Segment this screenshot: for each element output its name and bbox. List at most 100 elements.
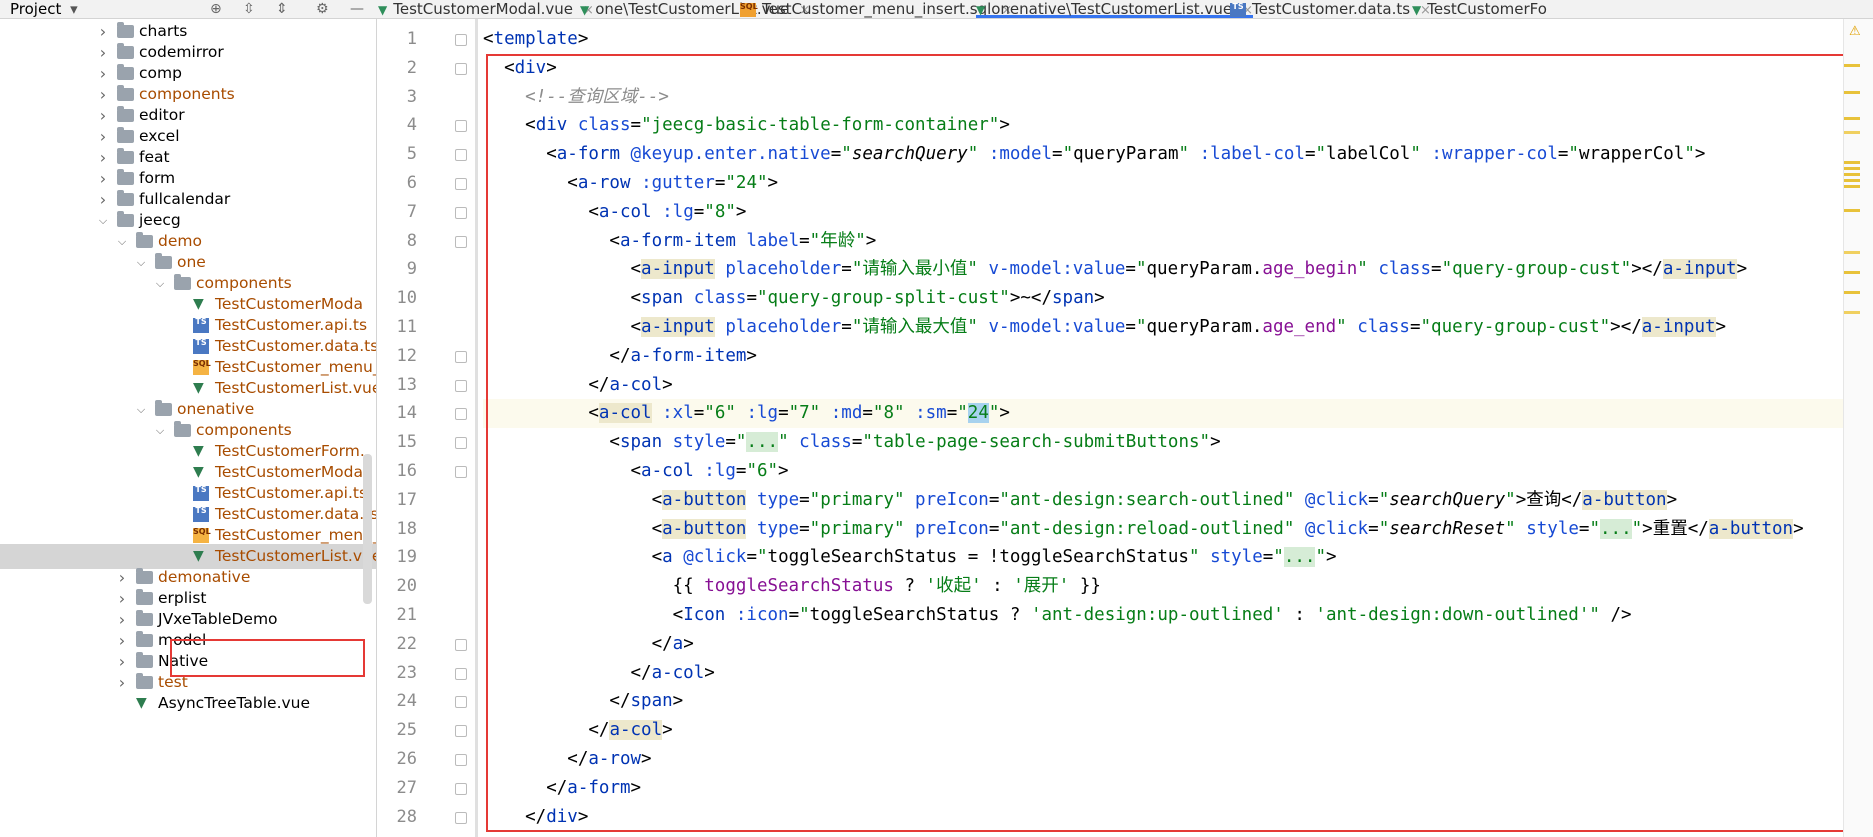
- target-icon[interactable]: ⊕: [210, 0, 222, 18]
- code-token: template: [493, 29, 578, 49]
- tab-0[interactable]: ▼ TestCustomerModal.vue ×: [378, 0, 594, 18]
- project-title: Project: [10, 0, 62, 18]
- code-token: >: [577, 29, 589, 49]
- fold-marker-icon[interactable]: [455, 696, 467, 709]
- ts-file-icon: TS: [193, 507, 209, 522]
- expand-all-icon[interactable]: ⇳: [243, 0, 255, 18]
- error-stripe-marker[interactable]: [1844, 291, 1860, 294]
- error-stripe-marker[interactable]: [1844, 131, 1860, 134]
- selected-file-highlight-box: [170, 639, 365, 677]
- code-token: <: [483, 29, 494, 49]
- line-number: 4: [406, 115, 417, 136]
- sql-icon: SQL: [740, 2, 758, 17]
- fold-marker-icon[interactable]: [455, 350, 467, 363]
- fold-marker-icon[interactable]: [455, 235, 467, 248]
- error-stripe-marker[interactable]: [1844, 251, 1860, 254]
- folder-icon: [174, 274, 191, 290]
- fold-marker-icon[interactable]: [455, 206, 467, 219]
- fold-marker-icon[interactable]: [455, 178, 467, 190]
- fold-marker-icon[interactable]: [455, 437, 467, 450]
- vue-icon: ▼: [976, 3, 986, 17]
- ts-file-icon: TS: [193, 486, 209, 501]
- collapse-all-icon[interactable]: ⇕: [276, 0, 288, 18]
- folder-icon: [136, 652, 153, 668]
- folder-icon: [117, 148, 134, 164]
- tab-4[interactable]: TS TestCustomer.data.ts ×: [1230, 0, 1431, 18]
- line-number: 8: [406, 230, 417, 251]
- ts-file-icon: TS: [193, 318, 209, 333]
- line-number: 17: [396, 489, 417, 510]
- tab-5[interactable]: ▼ TestCustomerFo: [1412, 0, 1547, 18]
- error-stripe-marker[interactable]: [1844, 91, 1860, 94]
- folder-icon: [117, 85, 134, 101]
- tab-2[interactable]: SQL TestCustomer_menu_insert.sql ×: [740, 0, 1012, 18]
- line-number: 20: [396, 576, 417, 597]
- folder-icon: [155, 400, 172, 416]
- editor-gutter: 1 2 3 4 5 6 7 8 9 10 11 12 13 14 15 16 17 18 19 20 21 22 23 24 2…: [377, 19, 483, 837]
- project-view-selector[interactable]: Project ▾: [10, 0, 78, 18]
- line-number: 21: [396, 605, 417, 625]
- line-number: 10: [396, 288, 417, 309]
- line-number: 15: [396, 432, 417, 453]
- tree-scrollbar[interactable]: [363, 454, 372, 604]
- line-number: 25: [396, 720, 417, 741]
- folder-icon: [117, 43, 134, 59]
- folder-icon: [117, 190, 134, 206]
- ts-file-icon: TS: [193, 339, 209, 354]
- fold-marker-icon[interactable]: [455, 667, 467, 680]
- line-number: 22: [396, 633, 417, 654]
- line-number: 9: [406, 259, 417, 280]
- folder-icon: [136, 673, 153, 689]
- error-stripe-marker[interactable]: [1844, 173, 1860, 176]
- code-highlight-box: [486, 54, 1859, 832]
- error-stripe-marker[interactable]: [1844, 209, 1860, 212]
- line-number: 1: [406, 29, 417, 49]
- fold-marker-icon[interactable]: [455, 62, 467, 75]
- fold-marker-icon[interactable]: [455, 811, 467, 824]
- minimize-icon[interactable]: —: [350, 0, 364, 18]
- sql-file-icon: SQL: [193, 528, 211, 543]
- gear-icon[interactable]: ⚙: [316, 0, 329, 18]
- fold-marker-icon[interactable]: [455, 34, 467, 46]
- sql-file-icon: SQL: [193, 360, 211, 375]
- tab-label: TestCustomer_menu_insert.sql: [762, 0, 992, 18]
- error-stripe-marker[interactable]: [1844, 167, 1860, 170]
- warning-icon[interactable]: ⚠: [1849, 24, 1861, 39]
- fold-marker-icon[interactable]: [455, 725, 467, 738]
- tree-item-label: AsyncTreeTable.vue: [158, 694, 311, 712]
- error-stripe-marker[interactable]: [1844, 271, 1860, 274]
- error-stripe-marker[interactable]: [1844, 117, 1860, 120]
- project-header: Project ▾ ⊕ ⇳ ⇕ ⚙ —: [0, 0, 376, 18]
- folder-icon: [117, 64, 134, 80]
- fold-marker-icon[interactable]: [455, 638, 467, 651]
- vue-icon: ▼: [580, 3, 590, 17]
- error-stripe-marker[interactable]: [1844, 64, 1860, 67]
- error-stripe[interactable]: [1843, 19, 1873, 837]
- error-stripe-marker[interactable]: [1844, 311, 1860, 314]
- fold-marker-icon[interactable]: [455, 149, 467, 162]
- caret-down-icon: ▾: [70, 0, 78, 18]
- tab-label: TestCustomerModal.vue: [393, 0, 574, 18]
- tree-row[interactable]: ▼ AsyncTreeTable.vue: [0, 691, 376, 716]
- fold-marker-icon[interactable]: [455, 408, 467, 421]
- folder-icon: [117, 211, 134, 227]
- fold-marker-icon[interactable]: [455, 466, 467, 478]
- code-line[interactable]: <template>: [483, 25, 1843, 54]
- line-number: 26: [396, 749, 417, 769]
- line-number: 19: [396, 547, 417, 568]
- error-stripe-marker[interactable]: [1844, 179, 1860, 182]
- folder-icon: [117, 22, 134, 38]
- fold-marker-icon[interactable]: [455, 754, 467, 766]
- fold-marker-icon[interactable]: [455, 120, 467, 133]
- error-stripe-marker[interactable]: [1844, 185, 1860, 188]
- line-number: 14: [396, 403, 417, 424]
- folder-icon: [155, 253, 172, 269]
- folder-icon: [117, 106, 134, 122]
- line-number: 23: [396, 662, 417, 683]
- folder-icon: [136, 568, 153, 584]
- fold-marker-icon[interactable]: [455, 379, 467, 392]
- error-stripe-marker[interactable]: [1844, 161, 1860, 164]
- tab-3[interactable]: ▼ onenative\TestCustomerList.vue ×: [976, 0, 1253, 18]
- line-number: 18: [396, 518, 417, 539]
- fold-marker-icon[interactable]: [455, 782, 467, 795]
